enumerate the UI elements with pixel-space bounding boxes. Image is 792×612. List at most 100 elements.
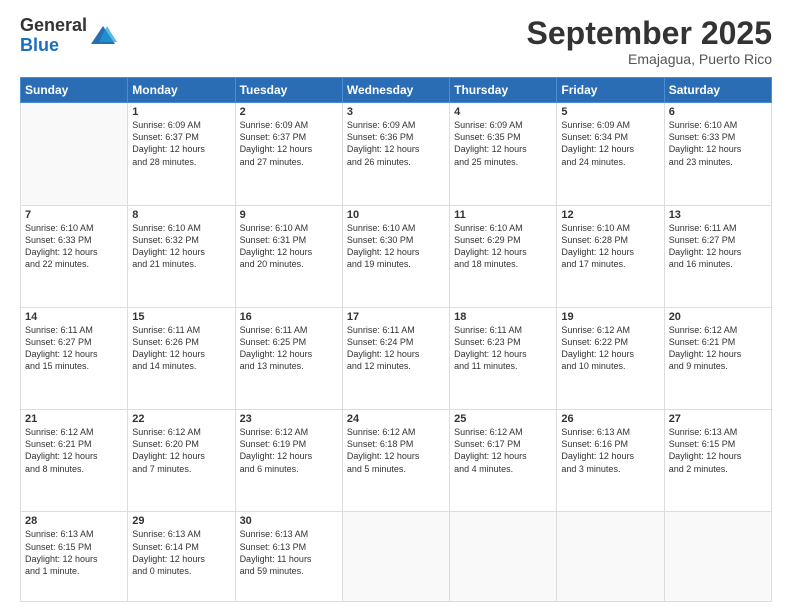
weekday-header: Saturday — [664, 78, 771, 103]
calendar-cell: 28Sunrise: 6:13 AM Sunset: 6:15 PM Dayli… — [21, 512, 128, 602]
day-info: Sunrise: 6:11 AM Sunset: 6:27 PM Dayligh… — [25, 324, 123, 373]
day-info: Sunrise: 6:13 AM Sunset: 6:16 PM Dayligh… — [561, 426, 659, 475]
logo-general: General — [20, 16, 87, 36]
calendar-cell: 21Sunrise: 6:12 AM Sunset: 6:21 PM Dayli… — [21, 410, 128, 512]
day-info: Sunrise: 6:09 AM Sunset: 6:34 PM Dayligh… — [561, 119, 659, 168]
calendar-cell: 9Sunrise: 6:10 AM Sunset: 6:31 PM Daylig… — [235, 205, 342, 307]
calendar-cell: 13Sunrise: 6:11 AM Sunset: 6:27 PM Dayli… — [664, 205, 771, 307]
calendar-cell: 20Sunrise: 6:12 AM Sunset: 6:21 PM Dayli… — [664, 307, 771, 409]
calendar-cell: 8Sunrise: 6:10 AM Sunset: 6:32 PM Daylig… — [128, 205, 235, 307]
day-number: 15 — [132, 311, 230, 323]
calendar-week-row: 1Sunrise: 6:09 AM Sunset: 6:37 PM Daylig… — [21, 103, 772, 205]
weekday-header-row: SundayMondayTuesdayWednesdayThursdayFrid… — [21, 78, 772, 103]
calendar-cell: 12Sunrise: 6:10 AM Sunset: 6:28 PM Dayli… — [557, 205, 664, 307]
day-number: 7 — [25, 209, 123, 221]
logo-text: General Blue — [20, 16, 87, 56]
calendar-cell — [557, 512, 664, 602]
day-info: Sunrise: 6:09 AM Sunset: 6:36 PM Dayligh… — [347, 119, 445, 168]
day-number: 11 — [454, 209, 552, 221]
day-info: Sunrise: 6:10 AM Sunset: 6:30 PM Dayligh… — [347, 222, 445, 271]
day-info: Sunrise: 6:11 AM Sunset: 6:27 PM Dayligh… — [669, 222, 767, 271]
calendar-cell: 18Sunrise: 6:11 AM Sunset: 6:23 PM Dayli… — [450, 307, 557, 409]
weekday-header: Sunday — [21, 78, 128, 103]
logo-icon — [89, 22, 117, 50]
calendar-cell: 7Sunrise: 6:10 AM Sunset: 6:33 PM Daylig… — [21, 205, 128, 307]
day-number: 5 — [561, 106, 659, 118]
calendar-cell: 27Sunrise: 6:13 AM Sunset: 6:15 PM Dayli… — [664, 410, 771, 512]
day-number: 13 — [669, 209, 767, 221]
day-number: 20 — [669, 311, 767, 323]
calendar-cell: 29Sunrise: 6:13 AM Sunset: 6:14 PM Dayli… — [128, 512, 235, 602]
calendar-cell: 23Sunrise: 6:12 AM Sunset: 6:19 PM Dayli… — [235, 410, 342, 512]
day-info: Sunrise: 6:10 AM Sunset: 6:28 PM Dayligh… — [561, 222, 659, 271]
day-number: 19 — [561, 311, 659, 323]
day-number: 17 — [347, 311, 445, 323]
day-info: Sunrise: 6:11 AM Sunset: 6:25 PM Dayligh… — [240, 324, 338, 373]
day-number: 12 — [561, 209, 659, 221]
day-number: 25 — [454, 413, 552, 425]
calendar-cell: 22Sunrise: 6:12 AM Sunset: 6:20 PM Dayli… — [128, 410, 235, 512]
day-info: Sunrise: 6:10 AM Sunset: 6:31 PM Dayligh… — [240, 222, 338, 271]
day-number: 24 — [347, 413, 445, 425]
day-info: Sunrise: 6:12 AM Sunset: 6:17 PM Dayligh… — [454, 426, 552, 475]
calendar-cell — [664, 512, 771, 602]
day-number: 3 — [347, 106, 445, 118]
calendar-cell: 2Sunrise: 6:09 AM Sunset: 6:37 PM Daylig… — [235, 103, 342, 205]
day-number: 27 — [669, 413, 767, 425]
day-number: 21 — [25, 413, 123, 425]
calendar-cell: 4Sunrise: 6:09 AM Sunset: 6:35 PM Daylig… — [450, 103, 557, 205]
month-title: September 2025 — [527, 16, 772, 51]
calendar-cell: 14Sunrise: 6:11 AM Sunset: 6:27 PM Dayli… — [21, 307, 128, 409]
weekday-header: Tuesday — [235, 78, 342, 103]
calendar-cell: 30Sunrise: 6:13 AM Sunset: 6:13 PM Dayli… — [235, 512, 342, 602]
day-number: 28 — [25, 515, 123, 527]
calendar-cell: 15Sunrise: 6:11 AM Sunset: 6:26 PM Dayli… — [128, 307, 235, 409]
calendar-cell: 24Sunrise: 6:12 AM Sunset: 6:18 PM Dayli… — [342, 410, 449, 512]
day-number: 8 — [132, 209, 230, 221]
day-info: Sunrise: 6:12 AM Sunset: 6:19 PM Dayligh… — [240, 426, 338, 475]
calendar-table: SundayMondayTuesdayWednesdayThursdayFrid… — [20, 77, 772, 602]
page: General Blue September 2025 Emajagua, Pu… — [0, 0, 792, 612]
day-number: 10 — [347, 209, 445, 221]
day-number: 23 — [240, 413, 338, 425]
day-info: Sunrise: 6:12 AM Sunset: 6:18 PM Dayligh… — [347, 426, 445, 475]
day-info: Sunrise: 6:11 AM Sunset: 6:24 PM Dayligh… — [347, 324, 445, 373]
day-number: 26 — [561, 413, 659, 425]
calendar-cell: 10Sunrise: 6:10 AM Sunset: 6:30 PM Dayli… — [342, 205, 449, 307]
weekday-header: Friday — [557, 78, 664, 103]
day-number: 18 — [454, 311, 552, 323]
weekday-header: Monday — [128, 78, 235, 103]
day-number: 22 — [132, 413, 230, 425]
day-info: Sunrise: 6:13 AM Sunset: 6:13 PM Dayligh… — [240, 528, 338, 577]
day-info: Sunrise: 6:09 AM Sunset: 6:37 PM Dayligh… — [240, 119, 338, 168]
day-number: 16 — [240, 311, 338, 323]
day-info: Sunrise: 6:13 AM Sunset: 6:15 PM Dayligh… — [25, 528, 123, 577]
header: General Blue September 2025 Emajagua, Pu… — [20, 16, 772, 67]
day-info: Sunrise: 6:11 AM Sunset: 6:26 PM Dayligh… — [132, 324, 230, 373]
day-number: 30 — [240, 515, 338, 527]
day-info: Sunrise: 6:12 AM Sunset: 6:22 PM Dayligh… — [561, 324, 659, 373]
day-info: Sunrise: 6:10 AM Sunset: 6:29 PM Dayligh… — [454, 222, 552, 271]
calendar-cell: 26Sunrise: 6:13 AM Sunset: 6:16 PM Dayli… — [557, 410, 664, 512]
calendar-cell: 6Sunrise: 6:10 AM Sunset: 6:33 PM Daylig… — [664, 103, 771, 205]
calendar-cell — [21, 103, 128, 205]
calendar-cell: 19Sunrise: 6:12 AM Sunset: 6:22 PM Dayli… — [557, 307, 664, 409]
day-number: 4 — [454, 106, 552, 118]
day-info: Sunrise: 6:10 AM Sunset: 6:33 PM Dayligh… — [25, 222, 123, 271]
calendar-cell: 1Sunrise: 6:09 AM Sunset: 6:37 PM Daylig… — [128, 103, 235, 205]
day-info: Sunrise: 6:10 AM Sunset: 6:33 PM Dayligh… — [669, 119, 767, 168]
calendar-cell — [342, 512, 449, 602]
calendar-cell: 17Sunrise: 6:11 AM Sunset: 6:24 PM Dayli… — [342, 307, 449, 409]
day-number: 9 — [240, 209, 338, 221]
day-info: Sunrise: 6:09 AM Sunset: 6:35 PM Dayligh… — [454, 119, 552, 168]
calendar-week-row: 14Sunrise: 6:11 AM Sunset: 6:27 PM Dayli… — [21, 307, 772, 409]
day-info: Sunrise: 6:12 AM Sunset: 6:20 PM Dayligh… — [132, 426, 230, 475]
calendar-cell — [450, 512, 557, 602]
calendar-cell: 11Sunrise: 6:10 AM Sunset: 6:29 PM Dayli… — [450, 205, 557, 307]
day-info: Sunrise: 6:12 AM Sunset: 6:21 PM Dayligh… — [25, 426, 123, 475]
logo-blue: Blue — [20, 36, 87, 56]
calendar-cell: 3Sunrise: 6:09 AM Sunset: 6:36 PM Daylig… — [342, 103, 449, 205]
day-number: 29 — [132, 515, 230, 527]
weekday-header: Wednesday — [342, 78, 449, 103]
calendar-week-row: 7Sunrise: 6:10 AM Sunset: 6:33 PM Daylig… — [21, 205, 772, 307]
